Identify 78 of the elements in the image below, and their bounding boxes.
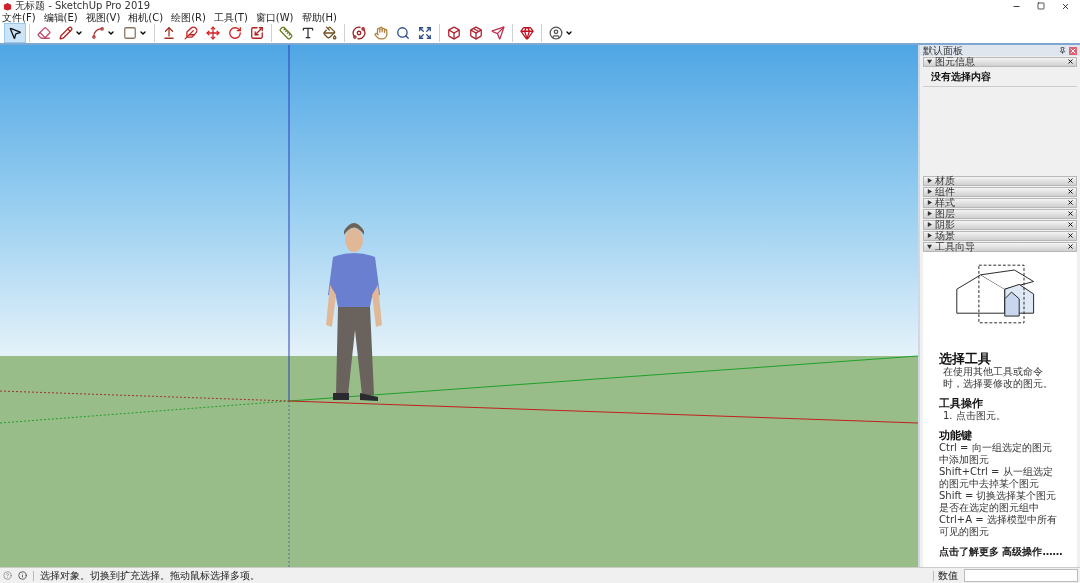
menu-item[interactable]: 相机(C) (128, 12, 164, 23)
close-icon[interactable] (1067, 232, 1074, 240)
menu-item[interactable]: 视图(V) (85, 12, 121, 23)
menu-item[interactable]: 窗口(W) (255, 12, 294, 23)
section-header[interactable]: 组件 (923, 186, 1077, 197)
value-input-field[interactable] (964, 569, 1078, 582)
app-logo-icon (3, 1, 12, 11)
close-icon[interactable] (1067, 58, 1074, 66)
gem-icon (520, 26, 534, 40)
section-header[interactable]: 场景 (923, 230, 1077, 241)
section-title: 场景 (935, 231, 956, 241)
pencil-tool-icon (59, 26, 73, 40)
eraser-tool-icon (37, 26, 51, 40)
rectangle-tool-icon (123, 26, 137, 40)
rotate-tool-icon (228, 26, 242, 40)
close-icon[interactable] (1067, 210, 1074, 218)
menu-item[interactable]: 文件(F) (2, 12, 36, 23)
section-header[interactable]: 图层 (923, 208, 1077, 219)
shortcut-description: Ctrl+A = 选择模型中所有可见的图元 (939, 514, 1058, 538)
guide-step: 1. 点击图元。 (939, 410, 1061, 422)
caret-icon (107, 29, 115, 37)
move-tool-icon (206, 26, 220, 40)
close-icon[interactable] (1061, 1, 1070, 11)
guide-subheading: 功能键 (939, 430, 973, 442)
close-icon[interactable] (1067, 243, 1074, 251)
menu-item[interactable]: 绘图(R) (171, 12, 206, 23)
section-title: 样式 (935, 198, 956, 208)
select-tool-icon (8, 26, 22, 40)
section-title: 工具向导 (935, 242, 976, 252)
section-header[interactable]: 图元信息 (923, 56, 1077, 67)
info-icon[interactable] (18, 571, 27, 580)
scale-tool-icon (250, 26, 264, 40)
section-title: 图元信息 (935, 57, 976, 67)
close-icon[interactable] (1067, 177, 1074, 185)
close-icon[interactable] (1067, 199, 1074, 207)
menu-item[interactable]: 工具(T) (213, 12, 248, 23)
status-message: 选择对象。切换到扩充选择。拖动鼠标选择多项。 (40, 570, 260, 581)
user-icon (549, 26, 563, 40)
advanced-link[interactable]: 点击了解更多 高级操作…… (939, 546, 1061, 558)
shortcut-description: Ctrl = 向一组选定的图元中添加图元 (939, 442, 1053, 466)
panel-title: 默认面板 (923, 45, 964, 56)
section-header[interactable]: 工具向导 (923, 241, 1077, 252)
section-header[interactable]: 材质 (923, 175, 1077, 186)
pin-icon[interactable] (1059, 47, 1066, 54)
guide-description: 在使用其他工具或命令时，选择要修改的图元。 (942, 366, 1054, 390)
orbit-tool-icon (352, 26, 366, 40)
zoom-extents-tool-icon (418, 26, 432, 40)
caret-icon (139, 29, 147, 37)
curve-tool-icon (91, 26, 105, 40)
section-header[interactable]: 样式 (923, 197, 1077, 208)
share-model-icon (491, 26, 505, 40)
guide-heading: 选择工具 (939, 352, 992, 366)
section-title: 组件 (935, 187, 956, 197)
caret-icon (565, 29, 573, 37)
paint-bucket-tool-icon (323, 26, 337, 40)
window-title: 无标题 - SketchUp Pro 2019 (15, 1, 150, 11)
section-header[interactable]: 阴影 (923, 219, 1077, 230)
zoom-tool-icon (396, 26, 410, 40)
push-pull-tool-icon (162, 26, 176, 40)
tape-measure-tool-icon (279, 26, 293, 40)
value-label: 数值 (938, 570, 958, 581)
menu-item[interactable]: 编辑(E) (43, 12, 78, 23)
guide-subheading: 工具操作 (939, 398, 984, 410)
shortcut-description: Shift = 切换选择某个图元是否在选定的图元组中 (939, 490, 1058, 514)
follow-me-tool-icon (184, 26, 198, 40)
maximize-icon[interactable] (1037, 2, 1045, 10)
shortcut-description: Shift+Ctrl = 从一组选定的图元中去掉某个图元 (939, 466, 1054, 490)
section-title: 图层 (935, 209, 956, 219)
section-title: 材质 (935, 176, 956, 186)
select-tool-button[interactable] (4, 23, 26, 43)
selection-status: 没有选择内容 (923, 67, 1077, 87)
close-icon[interactable] (1067, 221, 1074, 229)
close-icon[interactable] (1067, 188, 1074, 196)
caret-icon (75, 29, 83, 37)
pan-tool-icon (374, 26, 388, 40)
section-title: 阴影 (935, 220, 956, 230)
menu-item[interactable]: 帮助(H) (301, 12, 337, 23)
text-tool-icon (301, 26, 315, 40)
